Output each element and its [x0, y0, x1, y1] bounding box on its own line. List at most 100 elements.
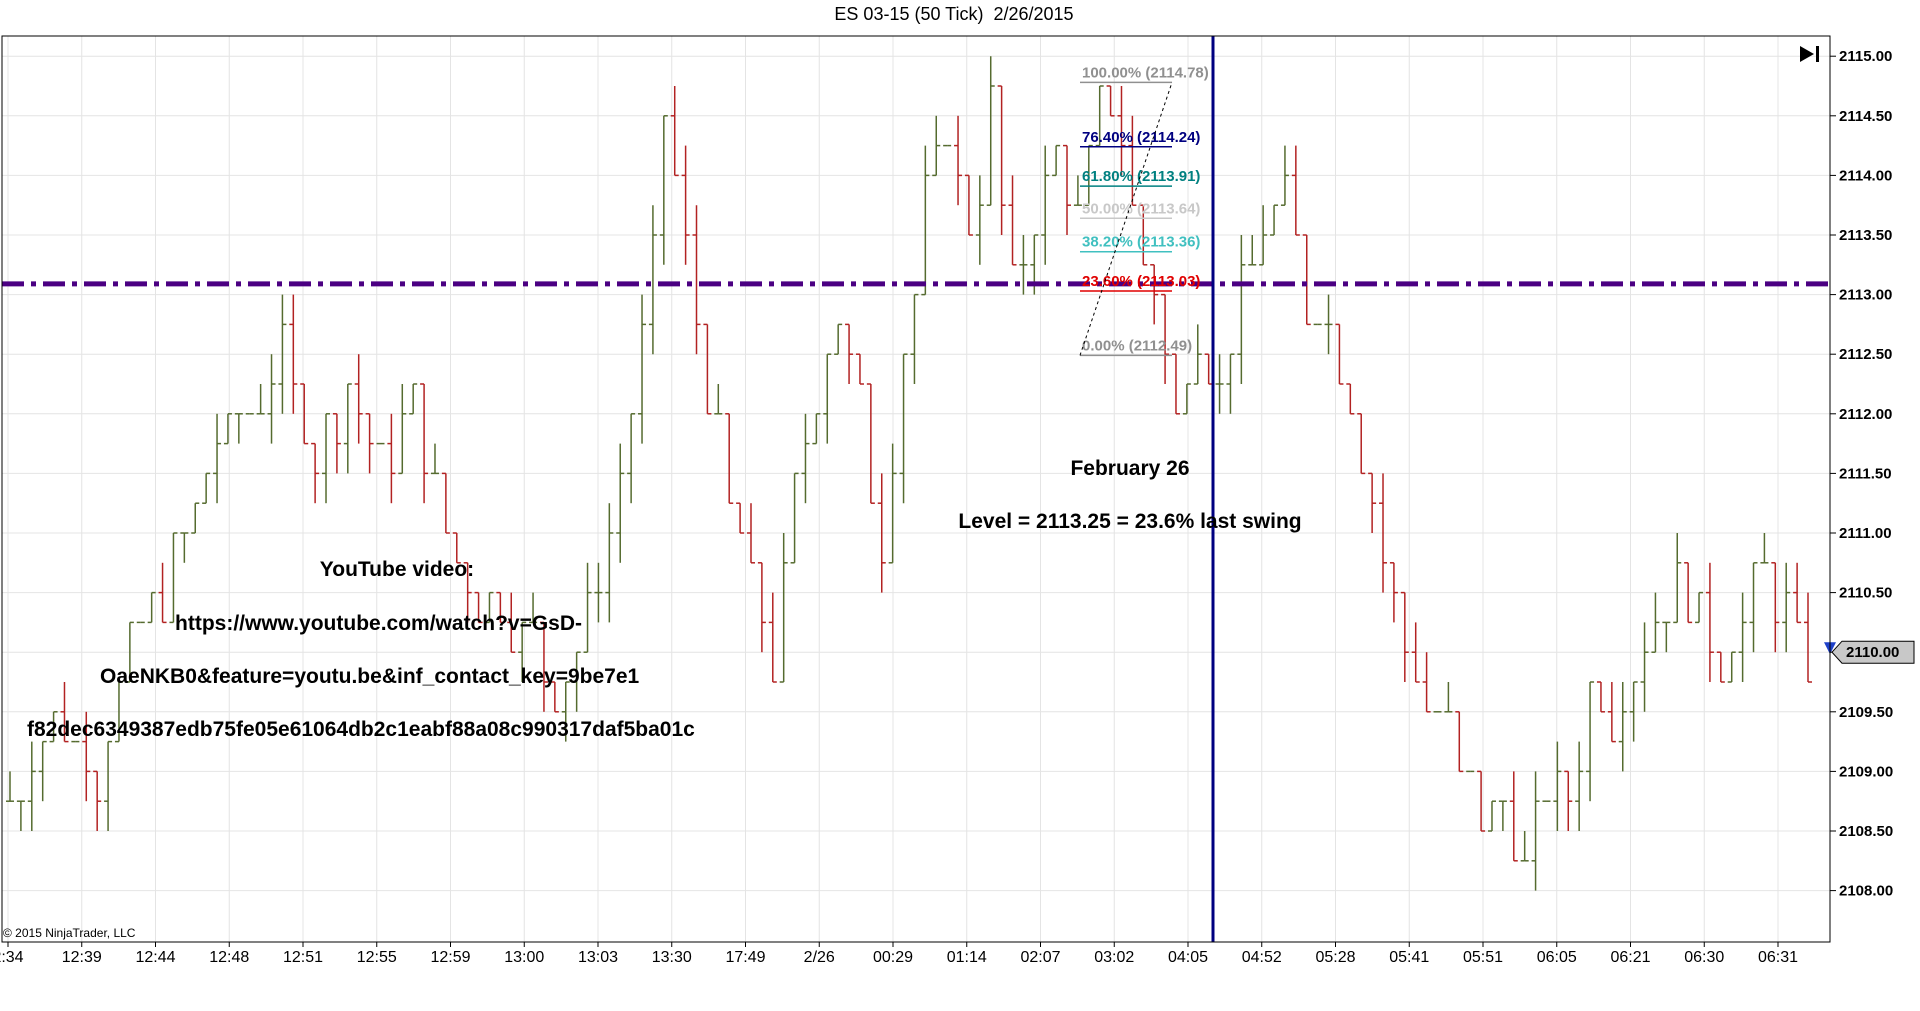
- ohlc-bar: [343, 383, 352, 474]
- ohlc-bar: [256, 384, 265, 415]
- ohlc-bar: [1400, 591, 1409, 682]
- plot-frame: [1, 35, 1831, 943]
- x-tick-label: 04:05: [1168, 949, 1208, 966]
- ohlc-bar: [1596, 681, 1605, 713]
- ohlc-bar: [1716, 651, 1725, 683]
- ohlc-bar: [975, 175, 984, 265]
- fib-level-label: 50.00% (2113.64): [1082, 200, 1200, 217]
- ohlc-bar: [1662, 621, 1671, 653]
- ohlc-bar: [1564, 770, 1573, 831]
- ohlc-bar: [1041, 145, 1050, 265]
- ohlc-bar: [594, 562, 603, 623]
- fib-level-label: 0.00% (2112.49): [1082, 337, 1192, 354]
- chart-annotation: OaeNKB0&feature=youtu.be&inf_contact_key…: [100, 665, 640, 688]
- ohlc-bar: [638, 294, 647, 444]
- ohlc-bar: [616, 443, 625, 563]
- ohlc-bar: [1749, 562, 1758, 653]
- ohlc-bar: [1520, 831, 1529, 862]
- skip-to-end-icon[interactable]: [1800, 46, 1819, 62]
- ohlc-bar: [1357, 413, 1366, 475]
- ohlc-bar: [681, 145, 690, 265]
- ohlc-bar: [1291, 145, 1300, 236]
- ohlc-bar: [1487, 800, 1496, 832]
- ohlc-bar: [1804, 592, 1812, 683]
- ohlc-bar: [1651, 592, 1660, 653]
- ohlc-bar: [1182, 383, 1191, 415]
- ohlc-bar: [234, 413, 243, 444]
- ohlc-bar: [1368, 472, 1377, 533]
- x-tick-label: 2/26: [804, 949, 835, 966]
- chart-annotation: YouTube video:: [320, 558, 474, 581]
- ohlc-bar: [409, 383, 418, 415]
- ohlc-bar: [1695, 591, 1704, 624]
- x-tick-label: 12:44: [135, 949, 175, 966]
- ohlc-bar: [855, 353, 864, 385]
- x-tick-label: 12:39: [62, 949, 102, 966]
- ohlc-bar: [986, 56, 995, 206]
- x-tick-label: 13:03: [578, 949, 618, 966]
- ohlc-bar: [202, 472, 211, 504]
- ohlc-bar: [223, 413, 232, 445]
- y-tick-label: 2110.50: [1839, 585, 1892, 602]
- x-tick-label: 01:14: [947, 949, 987, 966]
- x-tick-label: 06:31: [1758, 949, 1798, 966]
- ohlc-bar: [1705, 562, 1714, 682]
- y-tick-label: 2111.50: [1839, 465, 1892, 482]
- fib-level-label: 100.00% (2114.78): [1082, 64, 1209, 81]
- x-tick-label: 12:59: [430, 949, 470, 966]
- ohlc-bar: [910, 293, 919, 384]
- annotations: February 26 Level = 2113.25 = 23.6% last …: [3, 457, 1302, 940]
- x-tick-label: 06:21: [1610, 949, 1650, 966]
- fib-level-label: 23.60% (2113.03): [1082, 273, 1200, 290]
- x-tick-label: 05:51: [1463, 949, 1503, 966]
- ohlc-bar: [605, 503, 614, 623]
- y-tick-label: 2112.50: [1839, 346, 1892, 363]
- ohlc-bar: [104, 740, 113, 831]
- ohlc-bar: [16, 800, 25, 831]
- ohlc-bar: [420, 383, 429, 504]
- y-tick-label: 2109.00: [1839, 763, 1893, 780]
- fib-level-label: 76.40% (2114.24): [1082, 129, 1200, 146]
- ohlc-bar: [1302, 234, 1311, 326]
- ohlc-bar: [147, 591, 156, 624]
- chart-annotation: https://www.youtube.com/watch?v=GsD-: [175, 612, 582, 635]
- ohlc-bar: [1204, 353, 1213, 385]
- x-tick-label: 12:55: [357, 949, 397, 966]
- ohlc-bar: [1673, 533, 1682, 624]
- copyright-notice: © 2015 NinjaTrader, LLC: [3, 926, 136, 940]
- ohlc-bar: [213, 413, 222, 504]
- ohlc-bar: [1422, 652, 1431, 713]
- ohlc-bar: [627, 413, 636, 504]
- ohlc-bar: [964, 174, 973, 236]
- chart-annotation: f82dec6349387edb75fe05e61064db2c1eabf88a…: [27, 718, 695, 741]
- y-tick-label: 2114.50: [1839, 108, 1892, 125]
- ohlc-bar: [1782, 562, 1791, 653]
- ohlc-bar: [430, 443, 439, 475]
- price-chart[interactable]: 100.00% (2114.78) 76.40% (2114.24) 61.80% …: [0, 0, 1920, 1011]
- ohlc-bar: [659, 115, 668, 265]
- ohlc-bar: [365, 413, 374, 474]
- ohlc-bar: [27, 741, 36, 831]
- ohlc-bar: [1553, 741, 1562, 831]
- ohlc-bar: [1073, 175, 1082, 206]
- ohlc-bar: [790, 472, 799, 564]
- x-tick-label: 12:48: [209, 949, 249, 966]
- ohlc-bar: [583, 562, 592, 653]
- ohlc-bar: [834, 323, 843, 355]
- ohlc-bar: [1346, 383, 1355, 415]
- ohlc-bar: [267, 354, 276, 444]
- ohlc-bar: [6, 771, 14, 802]
- ohlc-bar: [169, 532, 178, 624]
- y-tick-label: 2115.00: [1839, 48, 1892, 65]
- ohlc-bar: [1063, 144, 1072, 235]
- ohlc-bar: [736, 502, 745, 534]
- current-price-label: 2110.00: [1846, 644, 1899, 661]
- ohlc-bar: [332, 413, 341, 474]
- ohlc-bar: [703, 323, 712, 415]
- y-tick-label: 2108.00: [1839, 883, 1893, 900]
- y-tick-label: 2113.50: [1839, 227, 1892, 244]
- ohlc-bar: [1586, 681, 1595, 802]
- ohlc-bar: [899, 353, 908, 504]
- ohlc-bar: [921, 145, 930, 296]
- ohlc-bar: [191, 502, 200, 534]
